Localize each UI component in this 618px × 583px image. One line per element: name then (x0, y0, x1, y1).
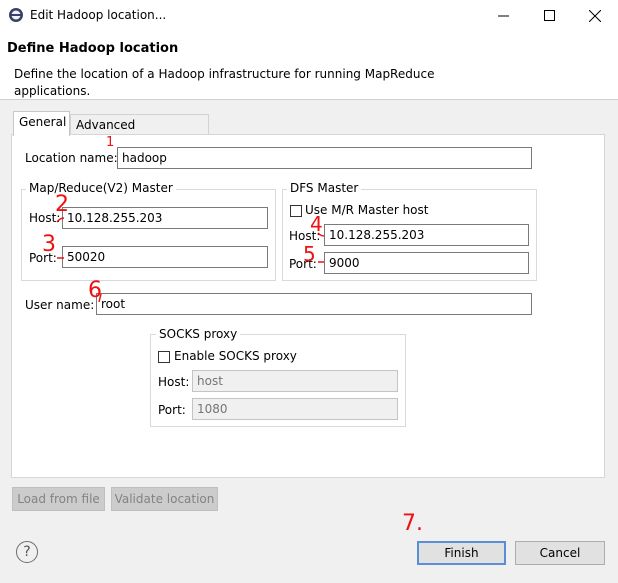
tab-general[interactable]: General (13, 111, 70, 136)
cancel-button[interactable]: Cancel (515, 541, 605, 565)
help-icon[interactable]: ? (16, 541, 38, 563)
validate-location-button[interactable]: Validate location (111, 487, 218, 511)
load-from-file-button[interactable]: Load from file (12, 487, 105, 511)
finish-button[interactable]: Finish (417, 541, 506, 565)
